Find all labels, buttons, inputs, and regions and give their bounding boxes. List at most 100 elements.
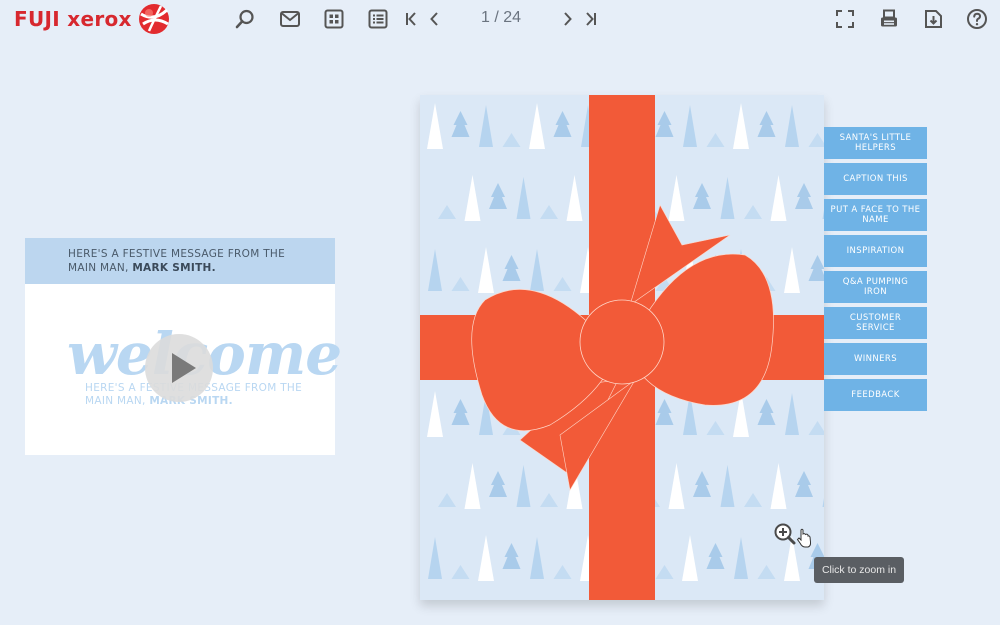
tree-shape: [502, 543, 521, 569]
print-icon: [881, 9, 897, 27]
print-button[interactable]: [878, 8, 900, 30]
bow-knot: [579, 299, 665, 385]
contents-icon: [368, 9, 388, 29]
tree-shape: [502, 133, 521, 147]
tree-shape: [479, 105, 493, 147]
previous-page-button[interactable]: [424, 8, 446, 30]
tree-shape: [540, 493, 558, 507]
tree-shape: [530, 249, 544, 291]
tree-shape: [808, 133, 824, 147]
tree-shape: [757, 399, 776, 425]
first-page-icon: [406, 12, 416, 26]
tree-shape: [706, 543, 725, 569]
tree-shape: [427, 103, 443, 149]
tree-shape: [451, 399, 470, 425]
tree-shape: [553, 565, 572, 579]
tree-shape: [693, 471, 711, 497]
tree-shape: [529, 103, 545, 149]
tree-shape: [785, 393, 799, 435]
tree-shape: [668, 175, 685, 221]
download-icon: [925, 10, 942, 28]
tree-shape: [478, 535, 494, 581]
tree-shape: [516, 177, 531, 219]
tree-shape: [478, 247, 494, 293]
tree-shape: [734, 537, 748, 579]
tree-shape: [489, 471, 507, 497]
help-icon: [967, 9, 987, 29]
tab-santas-little-helpers[interactable]: SANTA'S LITTLE HELPERS: [824, 127, 927, 159]
tree-shape: [464, 175, 481, 221]
tree-shape: [733, 103, 749, 149]
page-indicator: 1 / 24: [480, 9, 522, 26]
tree-shape: [427, 391, 443, 437]
video-card: HERE'S A FESTIVE MESSAGE FROM THE MAIN M…: [25, 238, 342, 455]
first-page-button[interactable]: [401, 8, 423, 30]
zoom-in-icon: [774, 523, 812, 548]
email-button[interactable]: [279, 8, 301, 30]
tree-shape: [668, 463, 685, 509]
xerox-sphere-icon: [138, 4, 169, 34]
gift-cover-illustration: [420, 95, 824, 600]
brand-name: FUJI xerox: [14, 7, 132, 31]
previous-page-icon: [430, 12, 438, 26]
tree-shape: [795, 471, 813, 497]
tree-shape: [744, 205, 762, 219]
tree-shape: [655, 399, 674, 425]
tree-shape: [757, 111, 776, 137]
tree-shape: [706, 133, 725, 147]
tree-shape: [683, 105, 697, 147]
tab-inspiration[interactable]: INSPIRATION: [824, 235, 927, 267]
tree-shape: [682, 535, 698, 581]
tree-shape: [655, 111, 674, 137]
thumbnails-button[interactable]: [323, 8, 345, 30]
video-header-prefix: MAIN MAN,: [68, 262, 133, 274]
tree-shape: [438, 493, 456, 507]
tab-feedback[interactable]: FEEDBACK: [824, 379, 927, 411]
welcome-sub-prefix: MAIN MAN,: [85, 395, 150, 407]
tree-shape: [428, 249, 442, 291]
tree-shape: [451, 277, 470, 291]
tree-shape: [451, 111, 470, 137]
search-button[interactable]: [234, 8, 256, 30]
last-page-button[interactable]: [579, 8, 601, 30]
tab-winners[interactable]: WINNERS: [824, 343, 927, 375]
download-button[interactable]: [922, 8, 944, 30]
help-button[interactable]: [966, 8, 988, 30]
zoom-tooltip: Click to zoom in: [814, 557, 904, 583]
contents-button[interactable]: [367, 8, 389, 30]
mail-icon: [280, 11, 300, 27]
next-page-icon: [564, 12, 572, 26]
brand-logo: FUJI xerox: [14, 2, 171, 36]
tree-shape: [502, 255, 521, 281]
play-button[interactable]: [145, 334, 213, 402]
tree-shape: [808, 421, 824, 435]
fullscreen-icon: [836, 10, 854, 28]
tree-shape: [693, 183, 711, 209]
tree-shape: [464, 463, 481, 509]
tree-shape: [744, 493, 762, 507]
tree-shape: [822, 498, 824, 507]
tree-shape: [785, 105, 799, 147]
tree-shape: [770, 463, 787, 509]
zoom-in-button[interactable]: [773, 522, 813, 550]
tree-shape: [530, 537, 544, 579]
tree-shape: [540, 205, 558, 219]
video-player[interactable]: welcome HERE'S A FESTIVE MESSAGE FROM TH…: [25, 284, 342, 455]
tab-qa-pumping-iron[interactable]: Q&A PUMPING IRON: [824, 271, 927, 303]
video-header: HERE'S A FESTIVE MESSAGE FROM THE MAIN M…: [25, 238, 335, 284]
tree-shape: [808, 255, 824, 281]
next-page-button[interactable]: [556, 8, 578, 30]
tree-shape: [770, 175, 787, 221]
magazine-page[interactable]: [420, 95, 824, 600]
section-tabs: SANTA'S LITTLE HELPERS CAPTION THIS PUT …: [824, 127, 927, 415]
fullscreen-button[interactable]: [834, 8, 856, 30]
tree-shape: [489, 183, 507, 209]
tab-caption-this[interactable]: CAPTION THIS: [824, 163, 927, 195]
tab-customer-service[interactable]: CUSTOMER SERVICE: [824, 307, 927, 339]
tab-put-a-face-to-the-name[interactable]: PUT A FACE TO THE NAME: [824, 199, 927, 231]
search-icon: [235, 9, 254, 29]
last-page-icon: [586, 12, 596, 26]
tree-shape: [516, 465, 531, 507]
tree-shape: [784, 247, 800, 293]
tree-shape: [428, 537, 442, 579]
